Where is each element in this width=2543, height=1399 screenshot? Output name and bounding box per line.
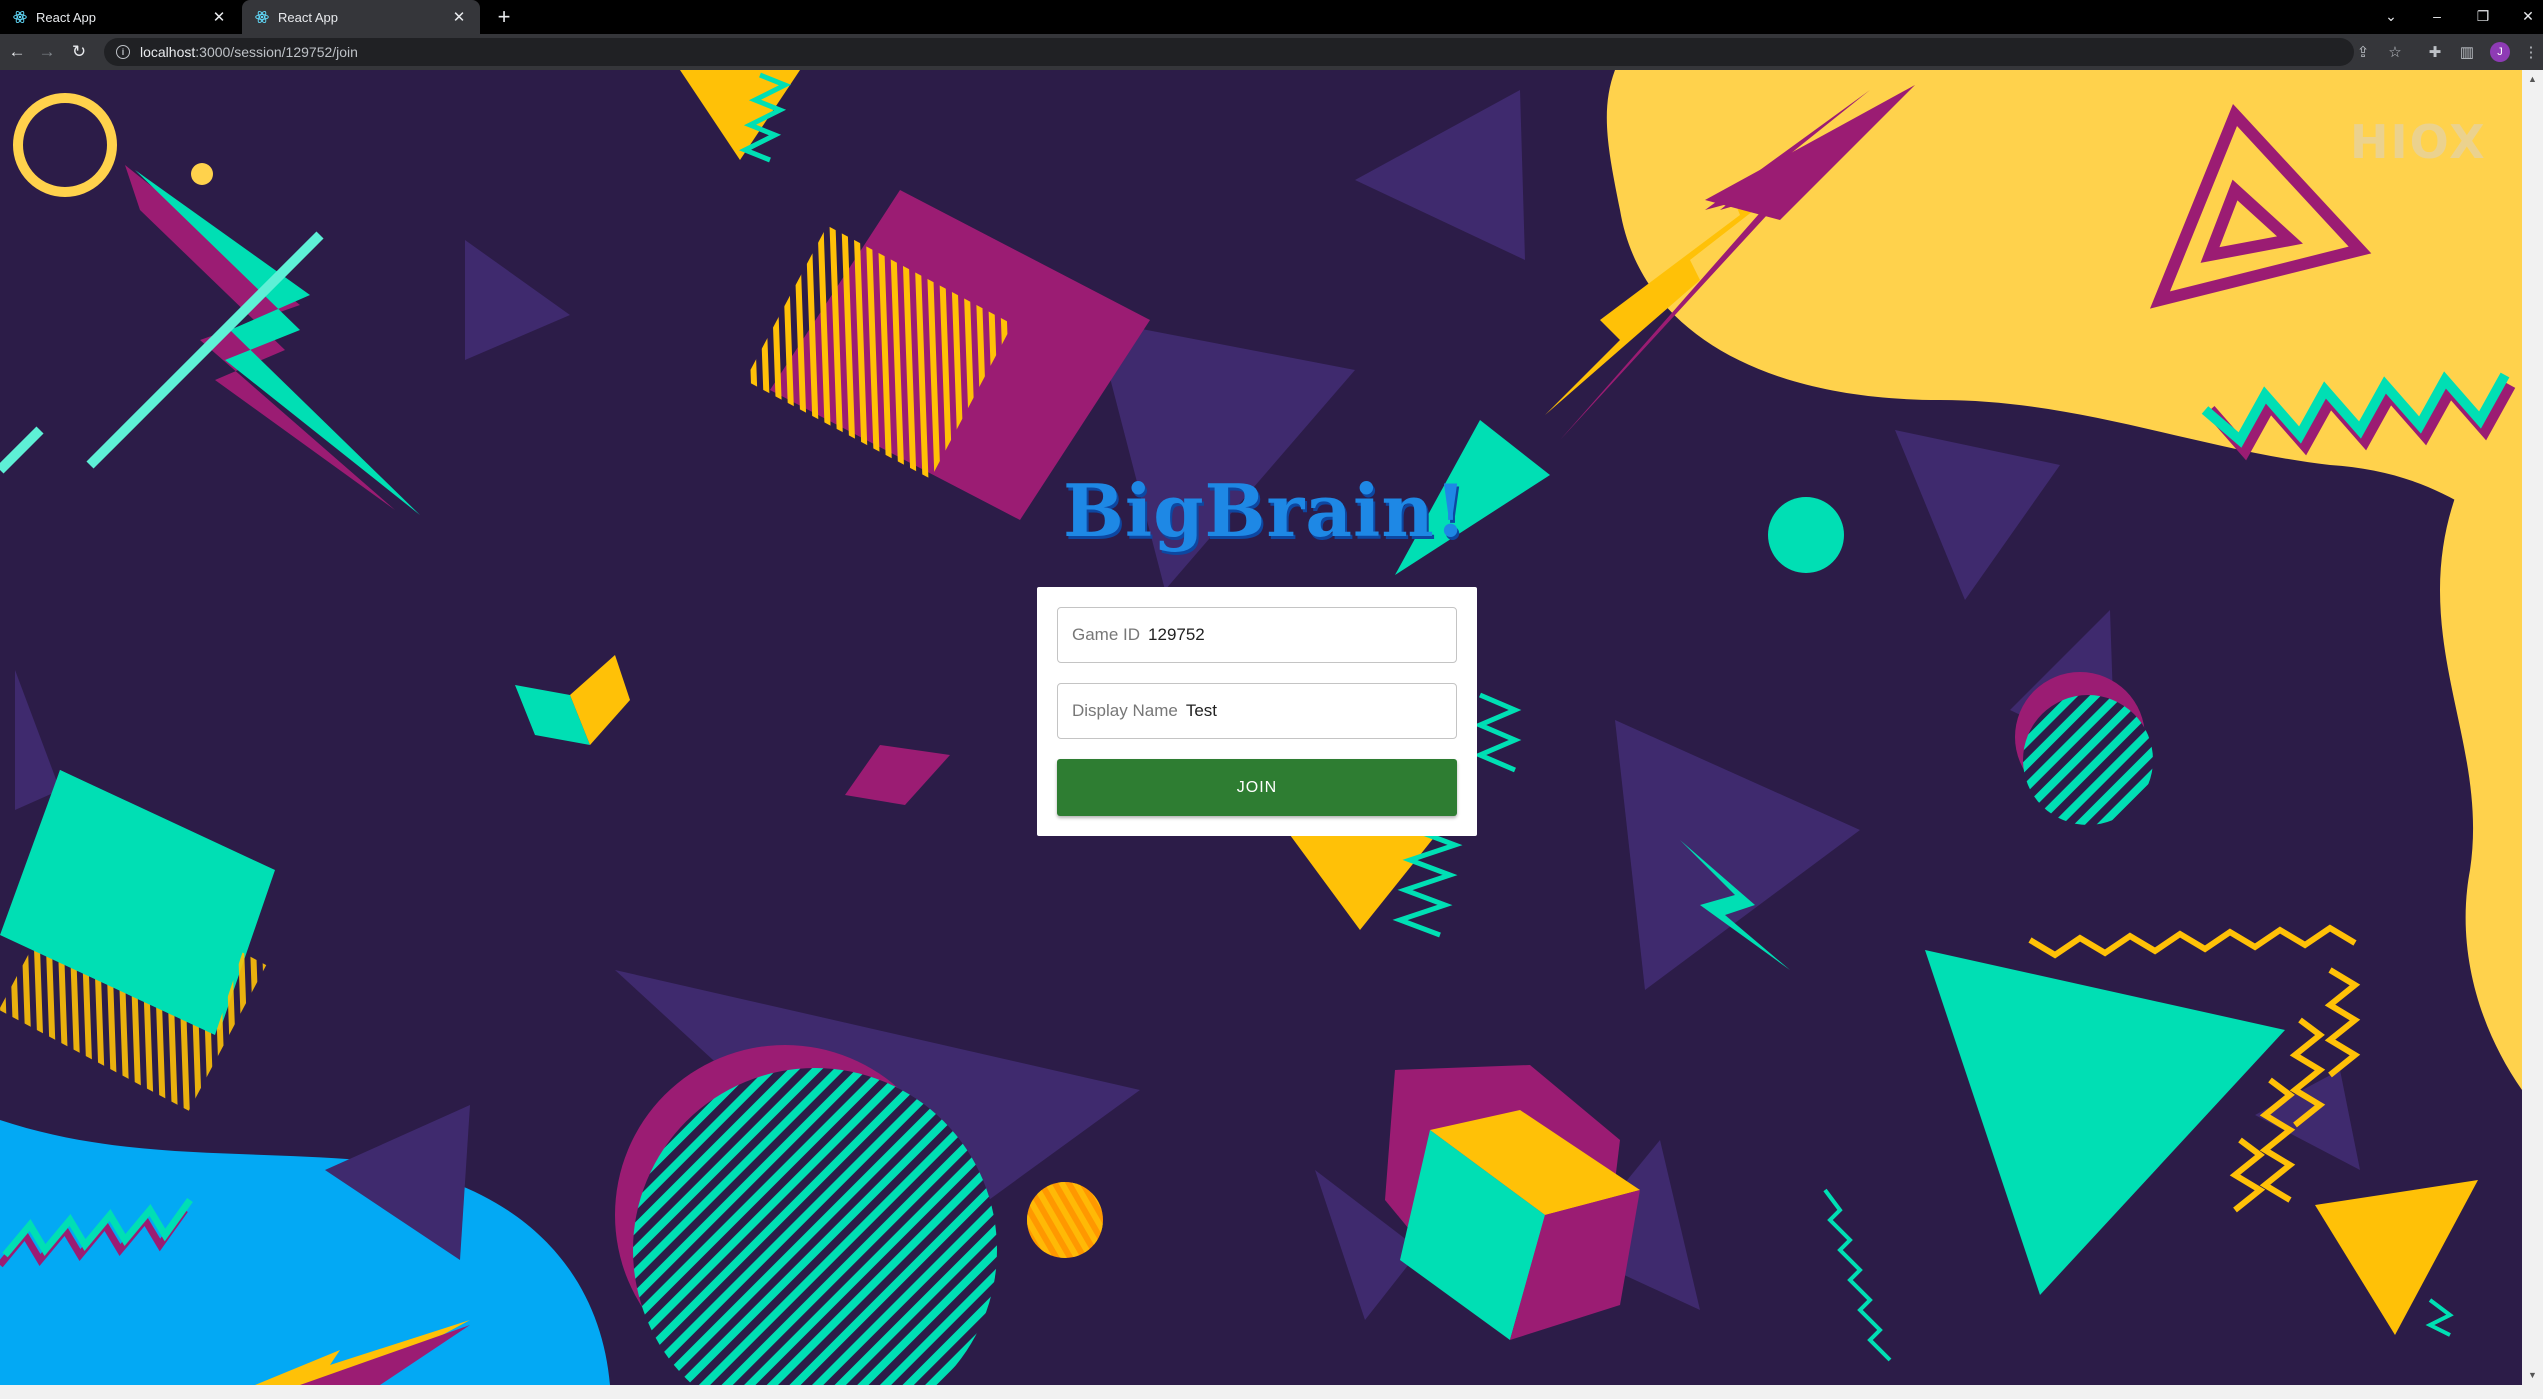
close-tab-icon[interactable]: ✕ — [450, 8, 468, 26]
browser-menu-icon[interactable]: ⋮ — [2520, 42, 2542, 62]
tab-react-app-1[interactable]: React App ✕ — [0, 0, 240, 34]
join-session-card: Game ID Display Name JOIN — [1037, 587, 1477, 836]
new-tab-plus-icon[interactable]: + — [492, 4, 516, 29]
restore-icon[interactable]: ❐ — [2468, 3, 2498, 29]
vertical-scrollbar[interactable]: ▲ ▼ — [2522, 70, 2543, 1385]
scroll-down-arrow-icon[interactable]: ▼ — [2527, 1370, 2538, 1381]
display-name-input[interactable] — [1185, 701, 1442, 721]
game-id-field[interactable]: Game ID — [1057, 607, 1457, 663]
url-path: :3000/session/129752/join — [195, 44, 358, 60]
minimize-icon[interactable]: – — [2422, 3, 2452, 29]
hiox-watermark: HIOX — [2350, 115, 2487, 169]
bigbrain-logo: BigBrain! — [1063, 468, 1468, 553]
tab-title: React App — [36, 9, 96, 25]
url-host: localhost — [140, 44, 196, 60]
profile-avatar[interactable]: J — [2490, 42, 2510, 62]
window-close-icon[interactable]: ✕ — [2513, 3, 2543, 29]
page-viewport: HIOX BigBrain! Game ID Display Name JOIN — [0, 70, 2522, 1385]
back-arrow-icon[interactable]: ← — [4, 40, 30, 64]
share-icon[interactable]: ⇪ — [2352, 42, 2374, 62]
extensions-puzzle-icon[interactable]: ✚ — [2424, 42, 2446, 62]
browser-toolbar: ← → ↻ i localhost:3000/session/129752/jo… — [0, 34, 2543, 70]
address-bar[interactable]: i localhost:3000/session/129752/join — [104, 38, 2354, 66]
forward-arrow-icon[interactable]: → — [34, 40, 60, 64]
tab-strip: React App ✕ React App ✕ + ⌄ – ❐ ✕ — [0, 0, 2543, 34]
game-id-input[interactable] — [1148, 625, 1442, 645]
side-panel-icon[interactable]: ▥ — [2456, 42, 2478, 62]
scroll-up-arrow-icon[interactable]: ▲ — [2527, 74, 2538, 85]
react-icon — [12, 9, 28, 25]
game-id-label: Game ID — [1072, 625, 1141, 644]
tab-react-app-2[interactable]: React App ✕ — [242, 0, 480, 34]
reload-icon[interactable]: ↻ — [66, 40, 92, 64]
bookmark-star-icon[interactable]: ☆ — [2384, 42, 2406, 62]
tab-search-chevron-icon[interactable]: ⌄ — [2376, 3, 2406, 29]
display-name-label: Display Name — [1072, 701, 1178, 720]
react-icon — [254, 9, 270, 25]
tab-title: React App — [278, 9, 338, 25]
display-name-field[interactable]: Display Name — [1057, 683, 1457, 739]
horizontal-scrollbar[interactable] — [0, 1385, 2543, 1399]
address-url: localhost:3000/session/129752/join — [140, 44, 358, 60]
join-button[interactable]: JOIN — [1057, 759, 1457, 816]
site-info-icon[interactable]: i — [116, 45, 130, 59]
close-tab-icon[interactable]: ✕ — [210, 8, 228, 26]
